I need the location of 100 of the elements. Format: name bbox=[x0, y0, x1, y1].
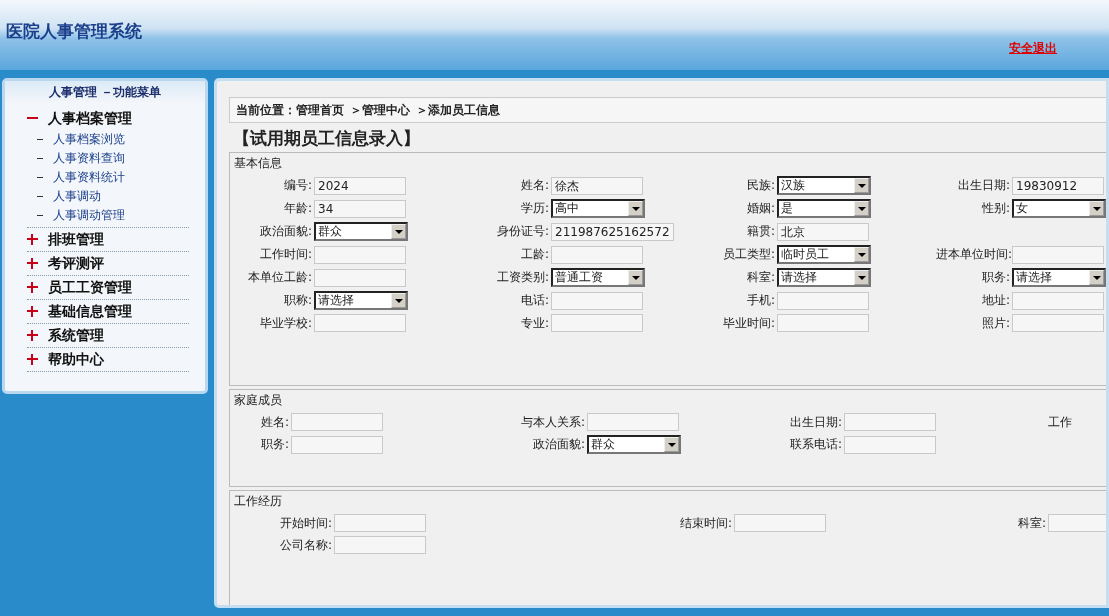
field-label: 年龄: bbox=[282, 200, 313, 217]
expand-icon[interactable] bbox=[27, 354, 38, 365]
expand-icon[interactable] bbox=[27, 234, 38, 245]
field-label: 电话: bbox=[519, 292, 550, 309]
breadcrumb-item[interactable]: ＞添加员工信息 bbox=[416, 101, 500, 119]
dash-icon bbox=[37, 158, 43, 159]
caret-icon bbox=[854, 178, 869, 193]
input-field[interactable] bbox=[334, 514, 426, 532]
dropdown[interactable]: 高中 bbox=[551, 199, 645, 218]
dropdown[interactable]: 群众 bbox=[314, 222, 408, 241]
field-label: 民族: bbox=[745, 177, 776, 194]
input-field[interactable] bbox=[777, 291, 869, 310]
dropdown[interactable]: 是 bbox=[777, 199, 871, 218]
field-label: 联系电话: bbox=[788, 436, 843, 453]
dash-icon bbox=[37, 139, 43, 140]
input-field[interactable] bbox=[314, 245, 406, 264]
menu-group[interactable]: 考评测评 bbox=[48, 254, 104, 273]
input-field[interactable] bbox=[1012, 291, 1104, 310]
input-field[interactable] bbox=[314, 268, 406, 287]
field-label: 政治面貌: bbox=[531, 436, 586, 453]
field-label: 开始时间: bbox=[278, 514, 333, 532]
input-field[interactable]: 北京 bbox=[777, 222, 869, 241]
menu-group[interactable]: 基础信息管理 bbox=[48, 302, 132, 321]
input-field[interactable] bbox=[291, 413, 383, 431]
dash-icon bbox=[37, 177, 43, 178]
field-label: 工作 bbox=[1047, 413, 1073, 431]
field-label: 工资类别: bbox=[495, 269, 550, 286]
field-label: 籍贯: bbox=[745, 223, 776, 240]
field-label: 政治面貌: bbox=[258, 223, 313, 240]
field-label: 职称: bbox=[282, 292, 313, 309]
dropdown[interactable]: 普通工资 bbox=[551, 268, 645, 287]
menu-group[interactable]: 排班管理 bbox=[48, 230, 104, 249]
field-label: 性别: bbox=[980, 200, 1011, 217]
field-label: 身份证号: bbox=[495, 223, 550, 240]
field-label: 本单位工龄: bbox=[246, 269, 313, 286]
menu-item[interactable]: 人事调动 bbox=[53, 188, 101, 205]
breadcrumb-item[interactable]: ＞管理中心 bbox=[350, 101, 410, 119]
dropdown[interactable]: 请选择 bbox=[1012, 268, 1106, 287]
menu-group[interactable]: 员工工资管理 bbox=[48, 278, 132, 297]
input-field[interactable]: 徐杰 bbox=[551, 176, 643, 195]
dropdown[interactable]: 请选择 bbox=[777, 268, 871, 287]
input-field[interactable]: 211987625162572 bbox=[551, 222, 674, 241]
input-field[interactable] bbox=[734, 514, 826, 532]
input-field[interactable] bbox=[844, 435, 936, 454]
dropdown[interactable]: 女 bbox=[1012, 199, 1106, 218]
input-field[interactable] bbox=[551, 314, 643, 332]
input-field[interactable]: 19830912 bbox=[1012, 176, 1104, 195]
caret-icon bbox=[391, 293, 406, 308]
page-title: 【试用期员工信息录入】 bbox=[232, 127, 421, 150]
menu-item[interactable]: 人事资料统计 bbox=[53, 169, 125, 186]
breadcrumb-item: 当前位置：管理首页 bbox=[236, 101, 344, 119]
field-label: 工作时间: bbox=[258, 246, 313, 263]
expand-icon[interactable] bbox=[27, 258, 38, 269]
field-label: 姓名: bbox=[519, 177, 550, 194]
dropdown[interactable]: 群众 bbox=[587, 435, 681, 454]
caret-icon bbox=[1089, 201, 1104, 216]
sidebar-title: 人事管理 －功能菜单 bbox=[5, 81, 205, 103]
field-label: 毕业时间: bbox=[721, 314, 776, 332]
menu-group[interactable]: 人事档案管理 bbox=[48, 109, 132, 128]
menu-group[interactable]: 系统管理 bbox=[48, 326, 104, 345]
app-title: 医院人事管理系统 bbox=[6, 20, 142, 43]
input-field[interactable] bbox=[334, 536, 426, 554]
input-field[interactable]: 2024 bbox=[314, 176, 406, 195]
field-label: 职务: bbox=[980, 269, 1011, 286]
caret-icon bbox=[854, 201, 869, 216]
input-field[interactable] bbox=[1012, 314, 1104, 332]
field-label: 学历: bbox=[519, 200, 550, 217]
input-field[interactable] bbox=[844, 413, 936, 431]
input-field[interactable] bbox=[777, 314, 869, 332]
expand-icon[interactable] bbox=[27, 306, 38, 317]
field-label: 编号: bbox=[282, 177, 313, 194]
field-label: 姓名: bbox=[259, 413, 290, 431]
menu-group[interactable]: 帮助中心 bbox=[48, 350, 104, 369]
dropdown[interactable]: 汉族 bbox=[777, 176, 871, 195]
expand-icon[interactable] bbox=[27, 330, 38, 341]
expand-icon[interactable] bbox=[27, 282, 38, 293]
input-field[interactable] bbox=[314, 314, 406, 332]
input-field[interactable] bbox=[291, 435, 383, 454]
menu-item[interactable]: 人事资料查询 bbox=[53, 150, 125, 167]
input-field[interactable]: 34 bbox=[314, 199, 406, 218]
field-label: 照片: bbox=[980, 314, 1011, 332]
field-label: 出生日期: bbox=[788, 413, 843, 431]
field-label: 出生日期: bbox=[956, 177, 1011, 194]
field-label: 地址: bbox=[980, 292, 1011, 309]
field-label: 与本人关系: bbox=[519, 413, 586, 431]
field-label: 工龄: bbox=[519, 246, 550, 263]
field-label: 毕业学校: bbox=[258, 314, 313, 332]
menu-item[interactable]: 人事档案浏览 bbox=[53, 131, 125, 148]
menu-item[interactable]: 人事调动管理 bbox=[53, 207, 125, 224]
dropdown[interactable]: 临时员工 bbox=[777, 245, 871, 264]
caret-icon bbox=[1089, 270, 1104, 285]
field-label: 科室: bbox=[1016, 514, 1047, 532]
section-title: 家庭成员 bbox=[234, 392, 283, 409]
dash-icon bbox=[37, 215, 43, 216]
input-field[interactable] bbox=[551, 291, 643, 310]
dropdown[interactable]: 请选择 bbox=[314, 291, 408, 310]
input-field[interactable] bbox=[1012, 245, 1104, 264]
input-field[interactable] bbox=[587, 413, 679, 431]
input-field[interactable] bbox=[551, 245, 643, 264]
field-label: 职务: bbox=[259, 436, 290, 453]
